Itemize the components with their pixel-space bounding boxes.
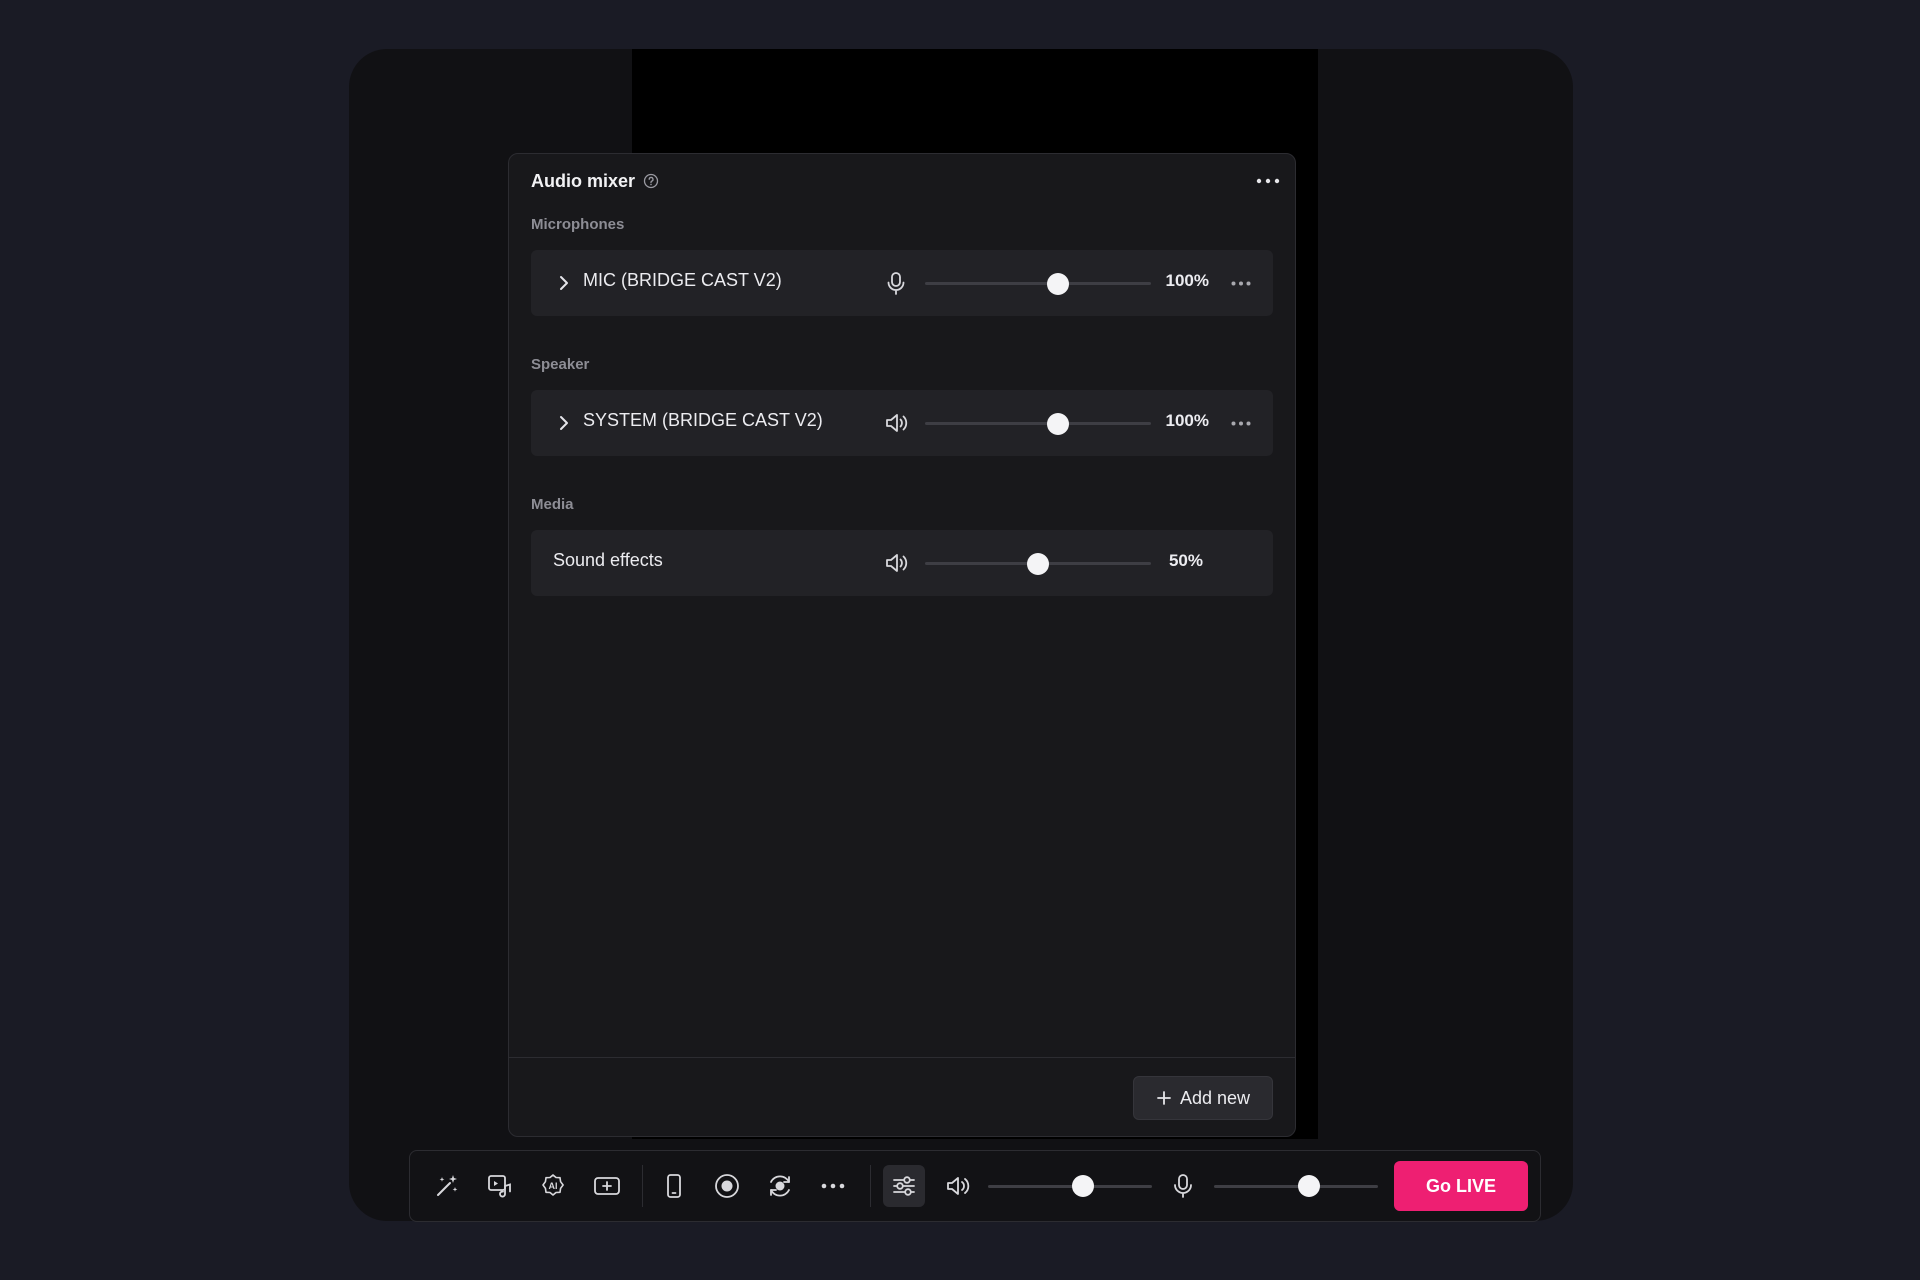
device-name: MIC (BRIDGE CAST V2)	[583, 270, 782, 290]
device-name: SYSTEM (BRIDGE CAST V2)	[583, 410, 823, 430]
ai-badge-icon[interactable]: AI	[532, 1165, 574, 1207]
toolbar-mic-volume-slider[interactable]	[1214, 1175, 1378, 1197]
slider-track	[988, 1185, 1152, 1188]
device-name: Sound effects	[553, 550, 663, 570]
mixer-sliders-icon[interactable]	[883, 1165, 925, 1207]
go-live-button[interactable]: Go LIVE	[1394, 1161, 1528, 1211]
microphone-icon[interactable]	[1162, 1165, 1204, 1207]
mixer-header: Audio mixer	[531, 166, 1283, 196]
section-label-media: Media	[531, 496, 574, 513]
record-icon[interactable]	[706, 1165, 748, 1207]
more-horizontal-icon[interactable]	[1229, 412, 1253, 434]
audio-mixer-panel: Audio mixer Microphones MIC (BRIDGE CAST…	[508, 153, 1296, 1137]
section-label-microphones: Microphones	[531, 216, 625, 233]
chevron-right-icon[interactable]	[555, 413, 573, 433]
slider-track	[925, 282, 1151, 285]
slider-track	[925, 422, 1151, 425]
audio-row-mic: MIC (BRIDGE CAST V2) 100%	[531, 250, 1273, 316]
slider-knob[interactable]	[1047, 273, 1070, 295]
speaker-icon[interactable]	[937, 1165, 979, 1207]
help-circle-icon[interactable]	[643, 173, 659, 189]
replay-icon[interactable]	[759, 1165, 801, 1207]
section-label-speaker: Speaker	[531, 356, 590, 373]
magic-wand-icon[interactable]	[426, 1165, 468, 1207]
bottom-toolbar: AI Go LIVE	[409, 1150, 1541, 1222]
plus-icon	[1156, 1090, 1172, 1106]
toolbar-divider	[870, 1165, 871, 1207]
slider-knob[interactable]	[1027, 553, 1049, 575]
audio-row-system: SYSTEM (BRIDGE CAST V2) 100%	[531, 390, 1273, 456]
chevron-right-icon[interactable]	[555, 273, 573, 293]
panel-footer: Add new	[509, 1057, 1295, 1136]
more-horizontal-icon[interactable]	[1253, 169, 1283, 193]
media-music-icon[interactable]	[479, 1165, 521, 1207]
add-screen-icon[interactable]	[586, 1165, 628, 1207]
audio-row-sound-effects: Sound effects 50%	[531, 530, 1273, 596]
microphone-icon[interactable]	[883, 270, 909, 296]
add-new-label: Add new	[1179, 1087, 1251, 1108]
volume-percent: 50%	[1168, 551, 1203, 570]
slider-track	[1214, 1185, 1378, 1188]
more-horizontal-icon[interactable]	[812, 1165, 854, 1207]
volume-slider[interactable]	[925, 273, 1151, 295]
volume-percent: 100%	[1165, 271, 1209, 290]
toolbar-divider	[642, 1165, 643, 1207]
svg-text:AI: AI	[549, 1181, 558, 1191]
slider-knob[interactable]	[1072, 1175, 1095, 1197]
speaker-icon[interactable]	[883, 550, 909, 576]
slider-knob[interactable]	[1298, 1175, 1321, 1197]
mixer-title: Audio mixer	[531, 170, 636, 191]
volume-slider[interactable]	[925, 413, 1151, 435]
add-new-button[interactable]: Add new	[1133, 1076, 1273, 1120]
slider-knob[interactable]	[1047, 413, 1070, 435]
toolbar-speaker-volume-slider[interactable]	[988, 1175, 1152, 1197]
speaker-icon[interactable]	[883, 410, 909, 436]
more-horizontal-icon[interactable]	[1229, 272, 1253, 294]
volume-slider[interactable]	[925, 553, 1151, 575]
volume-percent: 100%	[1165, 411, 1209, 430]
phone-icon[interactable]	[653, 1165, 695, 1207]
